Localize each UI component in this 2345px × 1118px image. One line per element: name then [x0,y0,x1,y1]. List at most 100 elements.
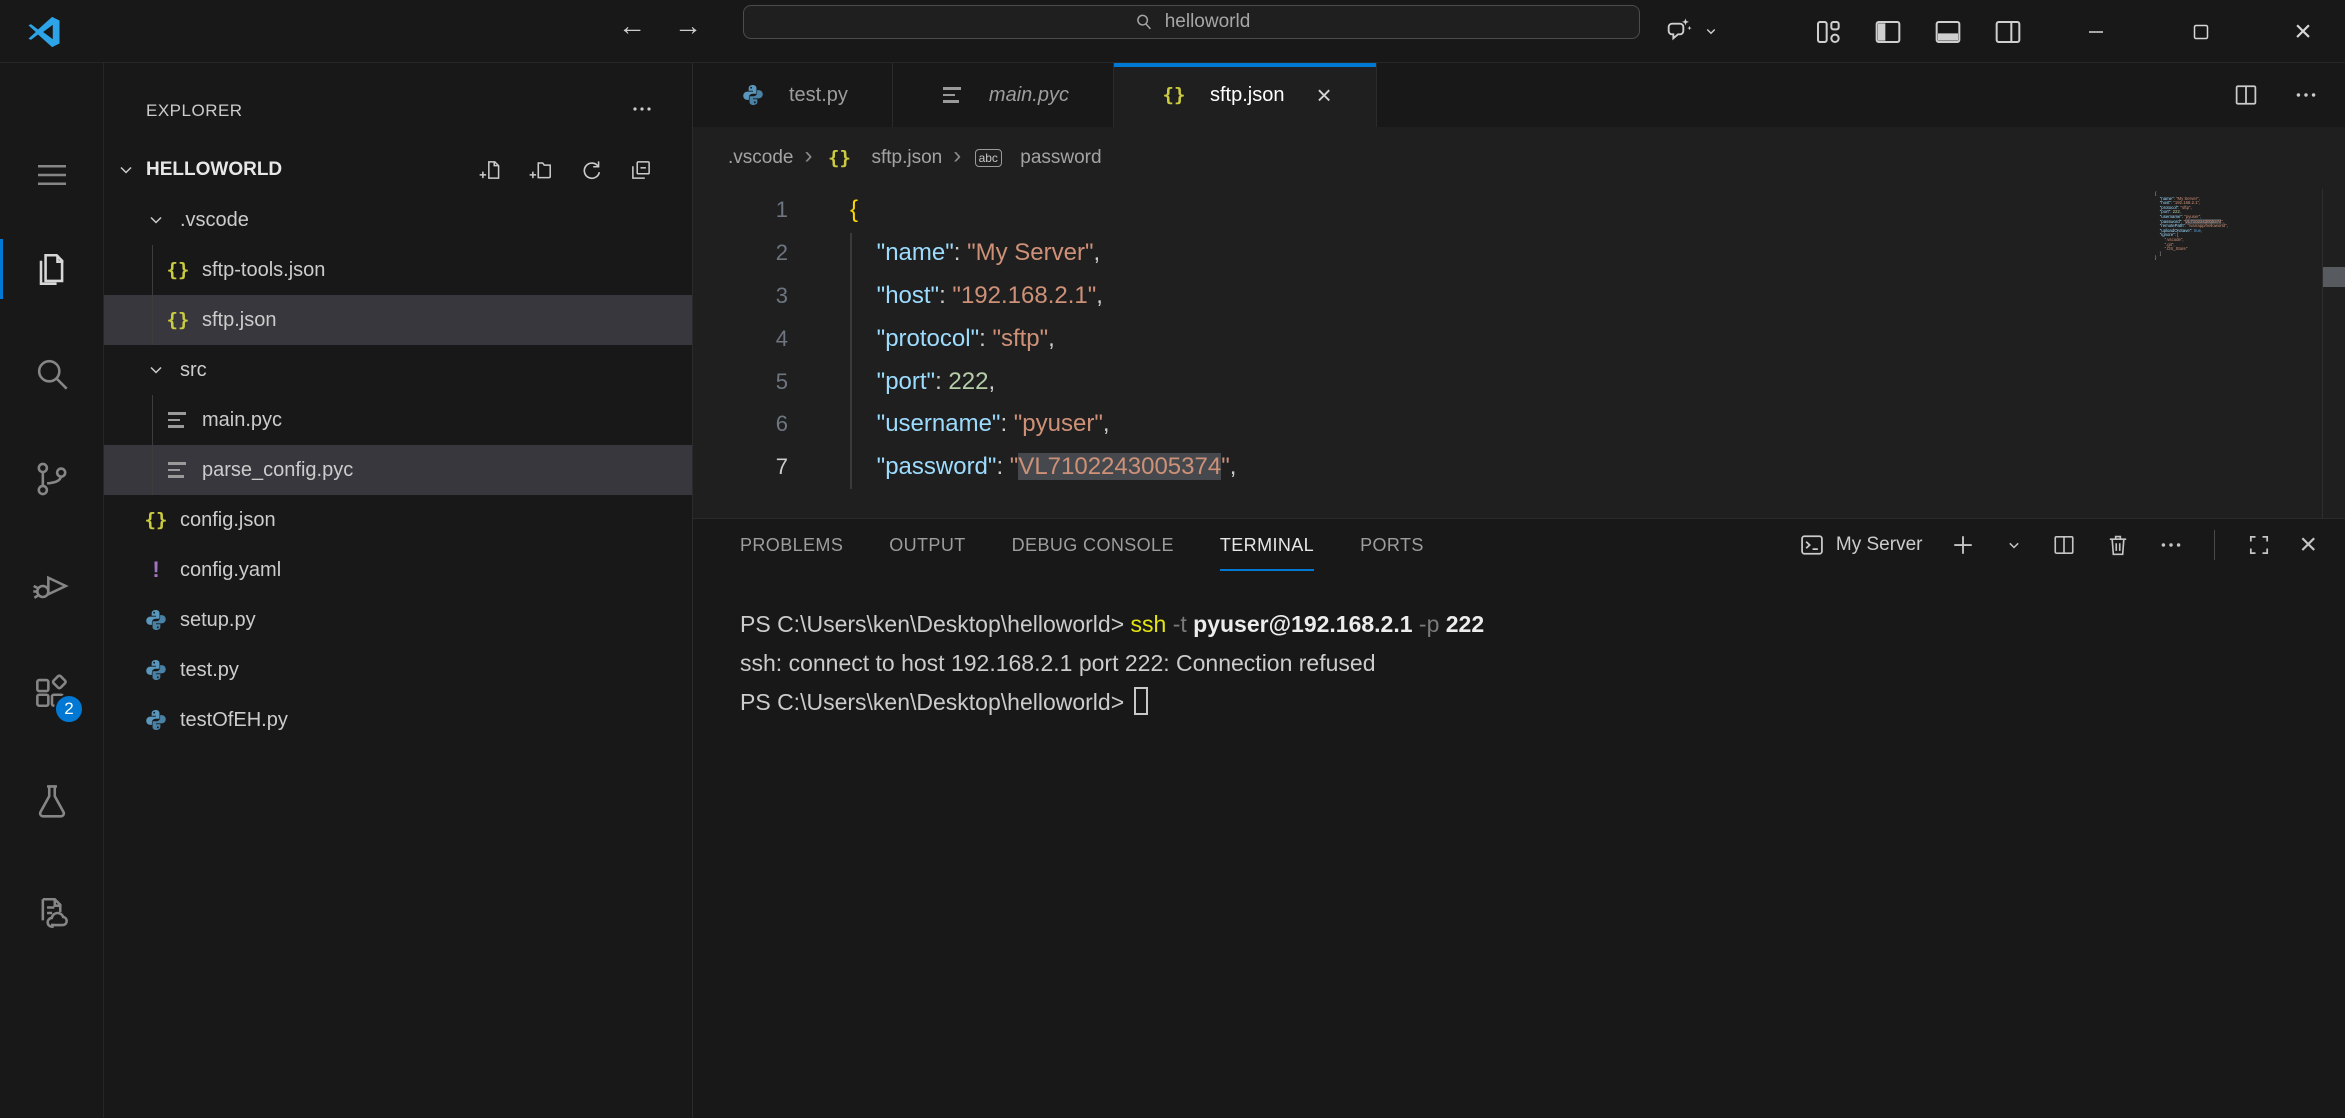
code-text: "username": "pyuser", [788,410,1110,438]
code-text: "password": "VL7102243005374", [788,453,1236,481]
code-text: { [788,196,858,224]
tree-item-label: .vscode [180,209,249,232]
command-center-search[interactable]: helloworld [743,5,1640,39]
tree-item-src[interactable]: src [104,345,692,395]
terminal-content[interactable]: PS C:\Users\ken\Desktop\helloworld> ssh … [693,571,2345,722]
tree-item-sftp.json[interactable]: {} sftp.json [104,295,692,345]
breadcrumb-item-sftp.json[interactable]: {}sftp.json [823,147,942,169]
customize-layout-button[interactable] [1812,16,1844,48]
breadcrumb-item-.vscode[interactable]: .vscode [728,147,793,169]
line-number: 4 [693,326,788,352]
line-number: 5 [693,369,788,395]
activity-item-source-control[interactable] [28,455,76,503]
terminal-line: ssh: connect to host 192.168.2.1 port 22… [740,644,2345,683]
py-file-icon [140,707,172,733]
toggle-primary-sidebar-button[interactable] [1872,16,1904,48]
line-number: 2 [693,240,788,266]
editor-tab-test.py[interactable]: test.py [693,63,893,127]
close-panel-button[interactable]: × [2299,530,2317,560]
project-root-label: HELLOWORLD [146,159,478,181]
explorer-more-actions-button[interactable] [630,97,654,121]
maximize-panel-button[interactable] [2245,531,2273,559]
json-file-icon: {} [1158,84,1190,106]
activity-item-testing[interactable] [28,778,76,826]
refresh-button[interactable] [578,157,604,183]
panel-header: PROBLEMS OUTPUT DEBUG CONSOLE TERMINAL PORTS… [693,519,2345,571]
window-close-button[interactable]: × [2275,0,2331,63]
window-maximize-button[interactable] [2173,0,2229,63]
panel-tab-ports[interactable]: PORTS [1360,519,1424,571]
tree-item-main.pyc[interactable]: main.pyc [104,395,692,445]
tree-item-label: sftp.json [202,309,276,332]
toggle-secondary-sidebar-button[interactable] [1992,16,2024,48]
panel-more-actions-button[interactable] [2158,532,2184,558]
split-terminal-button[interactable] [2050,531,2078,559]
file-tree: .vscode {}sftp-tools.json {} sftp.json src ma… [104,195,692,745]
tree-item-parse_config.pyc[interactable]: parse_config.pyc [104,445,692,495]
minimap[interactable]: { "name": "My Server", "host": "192.168.… [2155,192,2265,261]
panel-tab-debug-console[interactable]: DEBUG CONSOLE [1012,519,1174,571]
toggle-panel-button[interactable] [1932,16,1964,48]
yaml-file-icon: ! [140,557,172,583]
chevron-down-icon [1702,22,1720,40]
nav-forward-button[interactable]: → [674,10,702,42]
panel-tab-problems[interactable]: PROBLEMS [740,519,843,571]
tree-item-sftp-tools.json[interactable]: {}sftp-tools.json [104,245,692,295]
code-line-4: 4 "protocol": "sftp", [693,317,2345,360]
minimap-line: } [2155,256,2265,261]
activity-item-extensions[interactable]: 2 [28,668,76,716]
terminal-line: PS C:\Users\ken\Desktop\helloworld> [740,683,2345,722]
tree-item-test.py[interactable]: test.py [104,645,692,695]
tree-item-config.yaml[interactable]: !config.yaml [104,545,692,595]
nav-back-button[interactable]: ← [618,10,646,42]
copilot-chat-icon [1662,15,1694,47]
activity-item-remote-explorer[interactable] [28,889,76,937]
editor-tab-main.pyc[interactable]: main.pyc [893,63,1114,127]
pyc-file-icon [937,87,969,103]
kill-terminal-button[interactable] [2104,531,2132,559]
project-root-row[interactable]: HELLOWORLD [104,145,692,195]
tree-item-label: config.json [180,509,276,532]
tree-item-testOfEH.py[interactable]: testOfEH.py [104,695,692,745]
vscode-logo-icon [26,14,62,50]
tree-item-.vscode[interactable]: .vscode [104,195,692,245]
activity-item-run-debug[interactable] [28,562,76,610]
new-folder-button[interactable] [528,157,554,183]
breadcrumb-label: .vscode [728,147,793,169]
code-line-2: 2 "name": "My Server", [693,232,2345,275]
menu-icon [31,154,73,196]
code-line-3: 3 "host": "192.168.2.1", [693,275,2345,318]
copilot-button[interactable] [1662,15,1720,47]
editor-more-actions-button[interactable] [2293,82,2319,108]
collapse-folders-button[interactable] [628,157,654,183]
terminal-instance[interactable]: My Server [1798,531,1923,559]
activity-item-search[interactable] [28,350,76,398]
breadcrumb-item-password[interactable]: abcpassword [972,147,1101,169]
json-file-icon: {} [162,309,194,331]
editor-tab-sftp.json[interactable]: {}sftp.json× [1114,63,1377,127]
terminal-launch-dropdown[interactable] [2004,535,2024,555]
new-file-button[interactable] [478,157,504,183]
vscode-window: ← → helloworld × 2 EXPLORER [0,0,2345,1118]
indent-guide [152,295,153,345]
code-text: "port": 222, [788,368,995,396]
panel-tab-output[interactable]: OUTPUT [889,519,965,571]
explorer-sidebar: EXPLORER HELLOWORLD .vscode{}sftp-tools.… [104,63,693,1118]
activity-item-explorer[interactable] [28,245,76,293]
split-editor-button[interactable] [2231,80,2261,110]
tree-item-label: main.pyc [202,409,282,432]
testing-icon [30,780,74,824]
chevron-down-icon [116,160,136,180]
new-terminal-button[interactable] [1948,530,1978,560]
activity-item-menu[interactable] [28,151,76,199]
py-file-icon [737,82,769,108]
chevron-down-icon [140,360,172,380]
tree-item-setup.py[interactable]: setup.py [104,595,692,645]
window-minimize-button[interactable] [2068,0,2124,63]
tree-item-config.json[interactable]: {}config.json [104,495,692,545]
breadcrumb-label: password [1020,147,1101,169]
panel-tab-terminal[interactable]: TERMINAL [1220,519,1314,571]
indent-guide [152,395,153,445]
tree-item-label: parse_config.pyc [202,459,353,482]
close-tab-button[interactable]: × [1316,82,1331,108]
